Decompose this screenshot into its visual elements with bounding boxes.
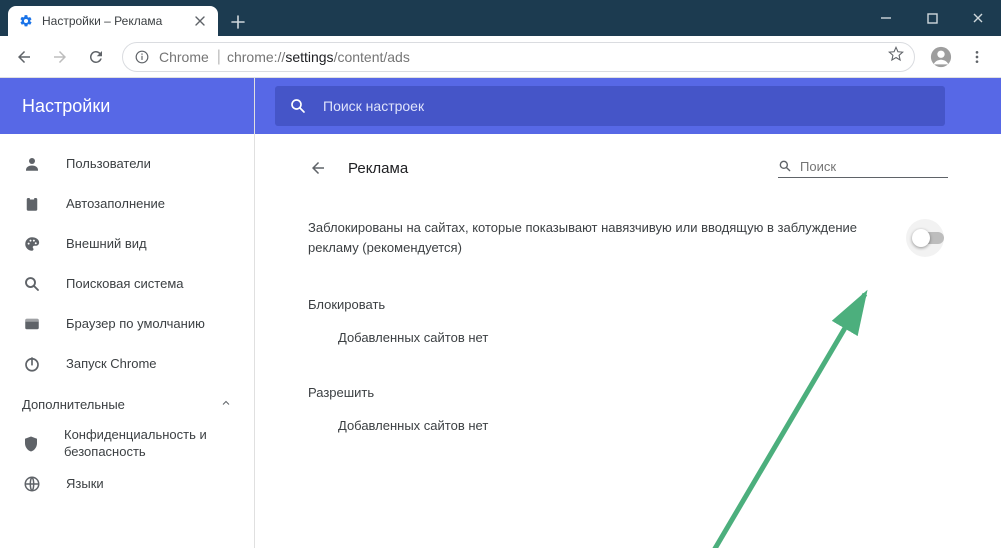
sidebar-item-label: Конфиденциальность и безопасность	[64, 427, 232, 461]
sidebar-item-label: Запуск Chrome	[66, 356, 157, 373]
sidebar-item-appearance[interactable]: Внешний вид	[0, 224, 254, 264]
settings-sidebar: Настройки Пользователи Автозаполнение Вн…	[0, 78, 255, 548]
settings-title: Настройки	[0, 78, 254, 134]
sidebar-item-privacy[interactable]: Конфиденциальность и безопасность	[0, 424, 254, 464]
sidebar-item-startup[interactable]: Запуск Chrome	[0, 344, 254, 384]
chevron-up-icon	[220, 397, 232, 412]
block-empty-text: Добавленных сайтов нет	[308, 330, 948, 345]
page-search-placeholder: Поиск	[800, 159, 836, 174]
browser-tab-title: Настройки – Реклама	[42, 14, 192, 28]
sidebar-item-label: Поисковая система	[66, 276, 184, 293]
globe-icon	[22, 474, 42, 494]
omnibox-separator: |	[217, 48, 221, 66]
window-minimize-button[interactable]	[863, 0, 909, 36]
window-close-button[interactable]	[955, 0, 1001, 36]
window-maximize-button[interactable]	[909, 0, 955, 36]
settings-search-bar: Поиск настроек	[255, 78, 1001, 134]
window-controls	[863, 0, 1001, 36]
ads-toggle-row: Заблокированы на сайтах, которые показыв…	[308, 218, 948, 257]
page-header: Реклама Поиск	[308, 158, 948, 178]
sidebar-item-label: Браузер по умолчанию	[66, 316, 205, 333]
shield-icon	[22, 434, 40, 454]
search-icon	[22, 274, 42, 294]
power-icon	[22, 354, 42, 374]
settings-page: Реклама Поиск Заблокированы на сайтах, к…	[255, 134, 1001, 548]
tab-close-icon[interactable]	[192, 13, 208, 29]
sidebar-item-languages[interactable]: Языки	[0, 464, 254, 504]
allow-empty-text: Добавленных сайтов нет	[308, 418, 948, 433]
sidebar-item-default-browser[interactable]: Браузер по умолчанию	[0, 304, 254, 344]
person-icon	[22, 154, 42, 174]
sidebar-item-search[interactable]: Поисковая система	[0, 264, 254, 304]
search-icon	[778, 159, 792, 173]
sidebar-item-label: Языки	[66, 476, 104, 493]
allow-section-label: Разрешить	[308, 385, 948, 400]
ads-toggle[interactable]	[910, 219, 948, 257]
search-icon	[289, 97, 307, 115]
forward-button[interactable]	[44, 41, 76, 73]
sidebar-item-label: Внешний вид	[66, 236, 147, 253]
page-title: Реклама	[348, 160, 758, 177]
gear-icon	[18, 13, 34, 29]
new-tab-button[interactable]	[224, 8, 252, 36]
omnibox-host: Chrome	[159, 49, 209, 65]
site-info-icon[interactable]	[133, 48, 151, 66]
ads-toggle-description: Заблокированы на сайтах, которые показыв…	[308, 218, 898, 257]
settings-search-placeholder: Поиск настроек	[323, 98, 424, 114]
browser-menu-button[interactable]	[961, 41, 993, 73]
sidebar-item-autofill[interactable]: Автозаполнение	[0, 184, 254, 224]
sidebar-item-label: Автозаполнение	[66, 196, 165, 213]
bookmark-star-icon[interactable]	[888, 46, 904, 67]
clipboard-icon	[22, 194, 42, 214]
browser-icon	[22, 314, 42, 334]
back-button[interactable]	[8, 41, 40, 73]
reload-button[interactable]	[80, 41, 112, 73]
settings-main: Поиск настроек Реклама Поиск Заблокиро	[255, 78, 1001, 548]
palette-icon	[22, 234, 42, 254]
back-arrow-button[interactable]	[308, 158, 328, 178]
browser-tab-active[interactable]: Настройки – Реклама	[8, 6, 218, 36]
sidebar-advanced-toggle[interactable]: Дополнительные	[0, 384, 254, 424]
sidebar-item-label: Пользователи	[66, 156, 151, 173]
block-section-label: Блокировать	[308, 297, 948, 312]
settings-search-input[interactable]: Поиск настроек	[275, 86, 945, 126]
settings-content: Настройки Пользователи Автозаполнение Вн…	[0, 78, 1001, 548]
browser-toolbar: Chrome | chrome://settings/content/ads	[0, 36, 1001, 78]
omnibox-url: chrome://settings/content/ads	[227, 49, 410, 65]
window-title-bar: Настройки – Реклама	[0, 0, 1001, 36]
omnibox[interactable]: Chrome | chrome://settings/content/ads	[122, 42, 915, 72]
page-search-input[interactable]: Поиск	[778, 159, 948, 178]
sidebar-section-label: Дополнительные	[22, 397, 220, 412]
sidebar-item-users[interactable]: Пользователи	[0, 144, 254, 184]
sidebar-menu: Пользователи Автозаполнение Внешний вид …	[0, 134, 254, 504]
profile-avatar-button[interactable]	[925, 41, 957, 73]
browser-tab-strip: Настройки – Реклама	[0, 0, 863, 36]
